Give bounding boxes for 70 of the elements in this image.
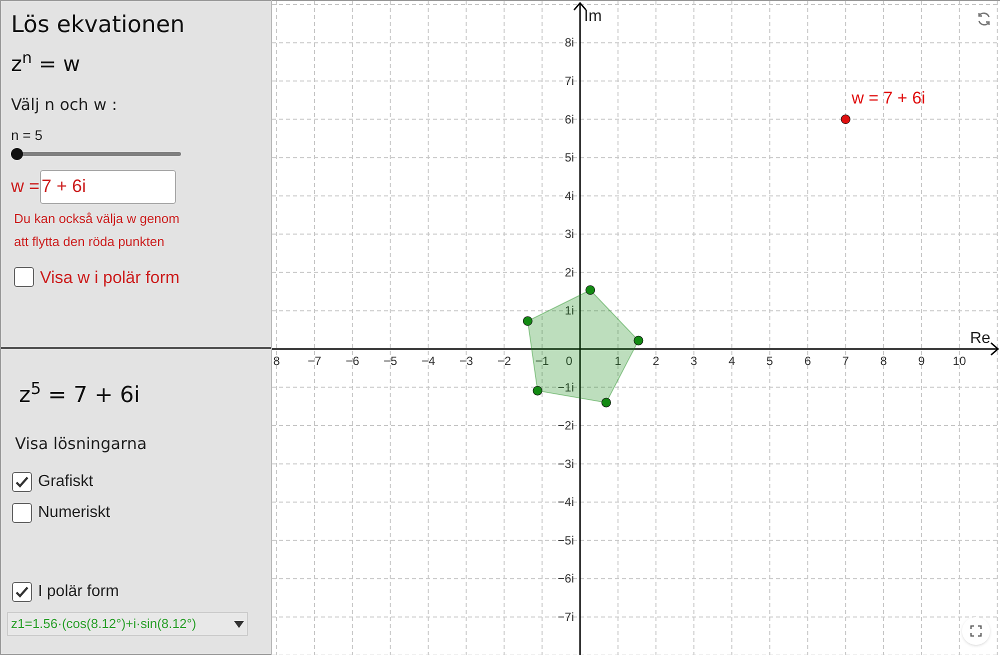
- tick-label: −7: [308, 354, 322, 368]
- tick-label: −2i: [558, 418, 574, 433]
- point-label: w = 7 + 6i: [852, 88, 926, 108]
- tick-label: −2: [497, 354, 512, 368]
- tick-label: −1i: [558, 380, 574, 394]
- checkmark-icon: [15, 476, 29, 488]
- tick-label: 8: [880, 354, 887, 368]
- tick-label: 5: [766, 354, 774, 368]
- checkmark-icon: [15, 586, 29, 598]
- equation: z$^{n}$ = w: [11, 49, 82, 78]
- checkbox[interactable]: [14, 267, 34, 288]
- tick-label: 9: [918, 354, 925, 368]
- tick-label: 8: [273, 354, 280, 368]
- tick-label: −4i: [558, 495, 574, 510]
- tick-label: 2i: [564, 265, 574, 280]
- tick-label: 7i: [564, 74, 574, 88]
- tick-label: 6: [804, 354, 811, 368]
- tick-label: −6i: [558, 572, 574, 586]
- solution-dropdown[interactable]: z1=1.56·(cos(8.12°)+i·sin(8.12°): [7, 612, 248, 636]
- checkbox[interactable]: [12, 582, 32, 602]
- tick-label: −5: [384, 354, 398, 368]
- graphics-view[interactable]: Re Im 8 −7 −6 −5 −4 −3 −2 −1 0 1 2 3 4 5 6 7 8 9 10 8i 7i 6i 5i 4i 3i 2i 1i −1i −2i −3i −4i −5i −6i −7i w = 7 + 6i: [272, 0, 1000, 655]
- point[interactable]: [634, 336, 644, 346]
- tick-label: −3: [459, 354, 474, 368]
- tick-label: 4: [728, 354, 736, 368]
- fullscreen-button[interactable]: [962, 617, 990, 645]
- tick-label: 1: [614, 354, 622, 368]
- w-input-field[interactable]: 7 + 6i: [40, 170, 176, 204]
- checkbox-label: Numeriskt: [38, 503, 110, 523]
- axis-label: Re: [970, 330, 990, 347]
- tick-label: 8i: [564, 36, 574, 50]
- slider[interactable]: [11, 148, 181, 160]
- hint-text: Du kan också välja w genom att flytta den röda punkten: [13, 210, 180, 251]
- tick-label: −1: [535, 354, 549, 368]
- prompt: Välj n och w :: [11, 94, 118, 116]
- field-label: w =: [11, 175, 40, 198]
- tick-label: 7: [842, 354, 849, 368]
- tick-label: 6i: [564, 112, 574, 126]
- point[interactable]: [585, 285, 596, 295]
- checkbox-label: Visa w i polär form: [40, 266, 180, 288]
- axis-label: Im: [584, 8, 602, 25]
- slider-label: n = 5: [11, 126, 44, 144]
- point[interactable]: [522, 316, 532, 326]
- tick-label: 5i: [564, 150, 574, 165]
- tick-label: 3i: [564, 227, 574, 242]
- tick-label: −7i: [558, 610, 574, 624]
- tick-label: 3: [690, 354, 698, 368]
- tick-label: 10: [952, 354, 966, 368]
- equation: z$^{5}$ = 7 + 6i: [18, 379, 142, 410]
- origin-label: 0: [566, 354, 572, 368]
- fullscreen-icon: [970, 625, 982, 637]
- tick-label: −5i: [558, 533, 574, 548]
- tick-label: −4: [421, 354, 436, 368]
- point[interactable]: [601, 398, 612, 408]
- title: Lös ekvationen: [11, 11, 186, 39]
- point[interactable]: [532, 386, 542, 396]
- refresh-icon[interactable]: [976, 11, 992, 27]
- point[interactable]: [840, 114, 850, 124]
- tick-label: 2: [652, 354, 660, 368]
- tick-label: −3i: [558, 456, 574, 471]
- tick-label: 4i: [564, 188, 574, 203]
- slider-thumb[interactable]: [11, 148, 23, 160]
- checkbox[interactable]: [12, 472, 32, 492]
- heading: Visa lösningarna: [14, 433, 148, 455]
- checkbox[interactable]: [12, 503, 32, 523]
- checkbox-label: I polär form: [38, 582, 119, 602]
- tick-label: 1i: [564, 304, 574, 318]
- tick-label: −6: [346, 354, 360, 368]
- checkbox-label: Grafiskt: [38, 472, 94, 492]
- caret-icon: [234, 620, 244, 628]
